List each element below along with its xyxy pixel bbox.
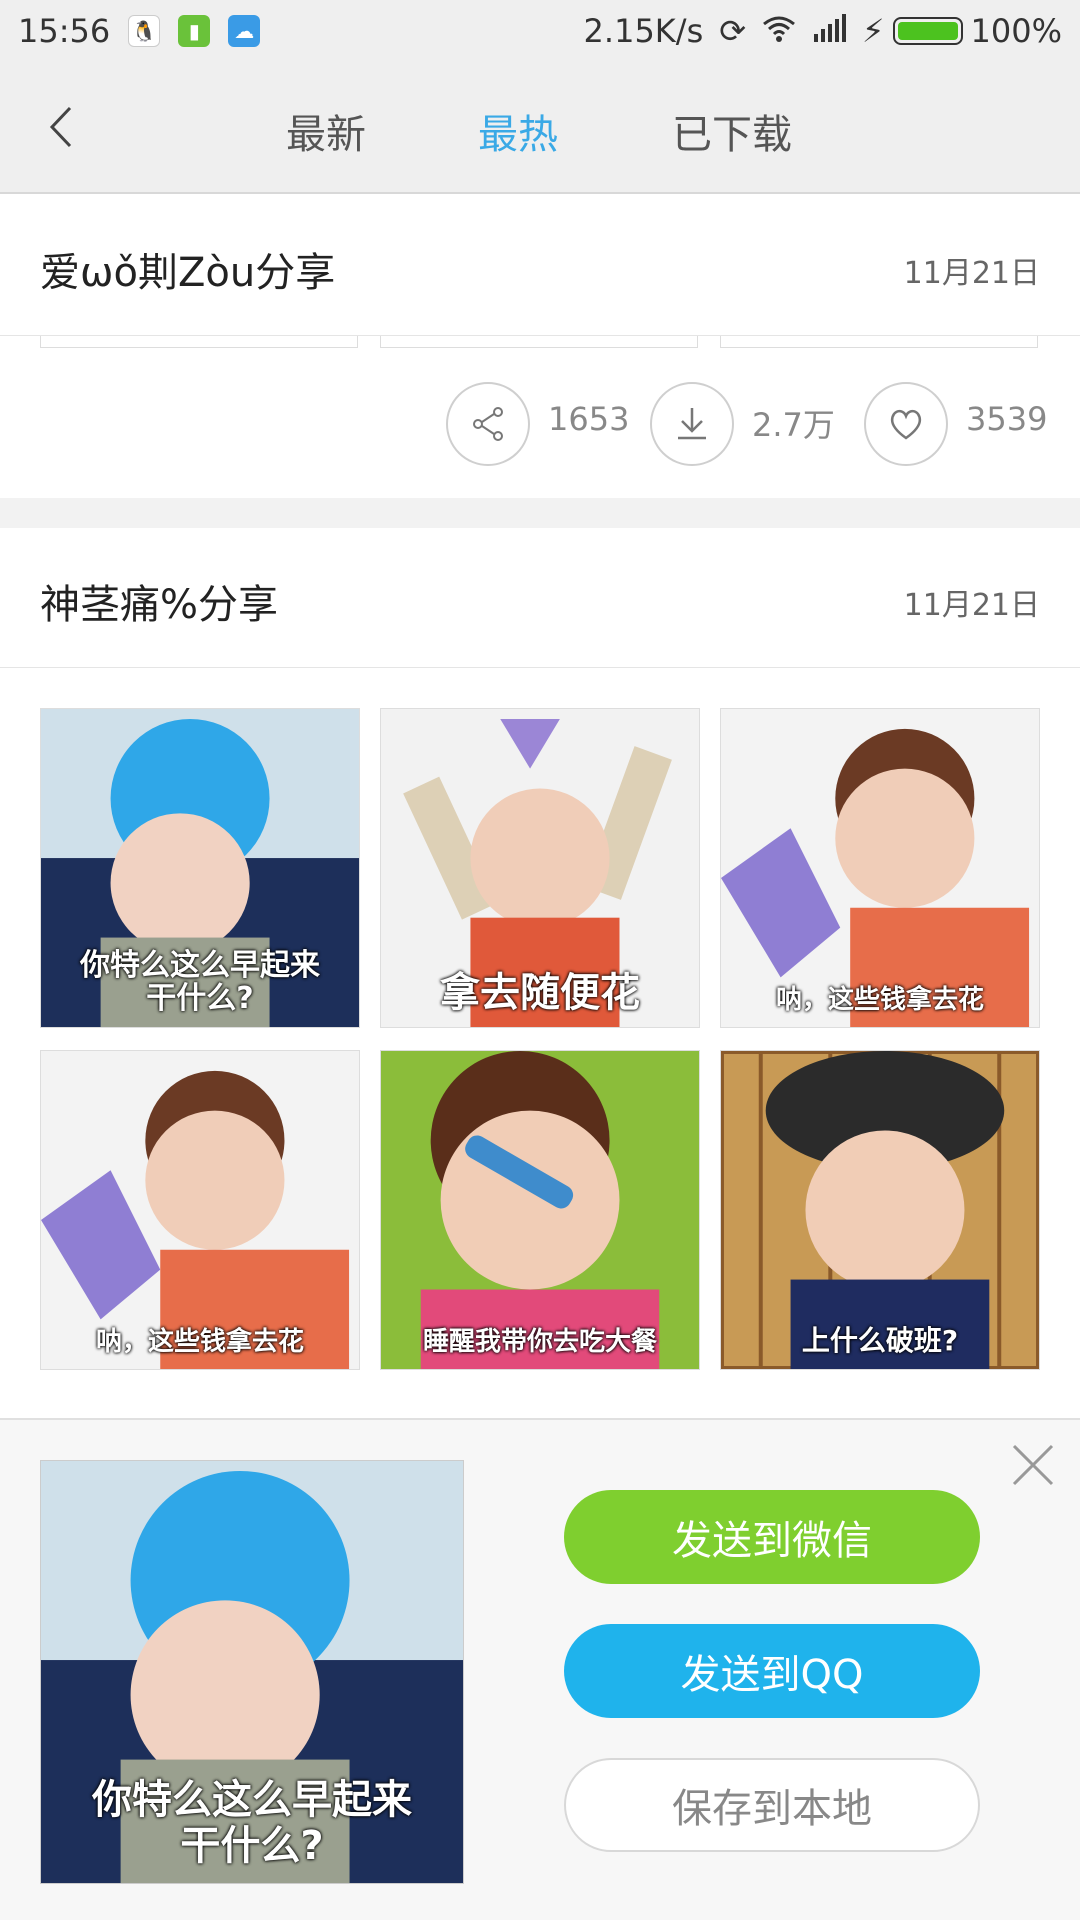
share-icon — [473, 407, 503, 441]
post-feed[interactable]: 爱ωǒ剘Zòu分享 11月21日 1653 2.7万 3539 神茎痛%分享 1… — [0, 196, 1080, 1416]
status-bar: 15:56 🐧 ▮ ☁ 2.15K/s ⟳ ⚡ 100% — [0, 0, 1080, 62]
meme-image[interactable]: 睡醒我带你去吃大餐 — [380, 1050, 700, 1370]
download-icon — [678, 408, 706, 440]
sync-icon: ⟳ — [719, 12, 747, 50]
share-panel: 你特么这么早起来 干什么? 发送到微信 发送到QQ 保存到本地 — [0, 1418, 1080, 1920]
post-stats: 1653 2.7万 3539 — [0, 348, 1080, 498]
meme-image[interactable]: 呐，这些钱拿去花 — [40, 1050, 360, 1370]
meme-caption: 睡醒我带你去吃大餐 — [422, 1327, 657, 1358]
battery-indicator: ⚡ 100% — [862, 12, 1062, 50]
save-local-button[interactable]: 保存到本地 — [564, 1758, 980, 1852]
send-to-qq-button[interactable]: 发送到QQ — [564, 1624, 980, 1718]
preview-image: 你特么这么早起来 干什么? — [40, 1460, 464, 1884]
download-count: 2.7万 — [752, 406, 835, 444]
charging-icon: ⚡ — [862, 12, 885, 50]
share-count: 1653 — [548, 400, 630, 438]
post-header: 爱ωǒ剘Zòu分享 11月21日 — [0, 196, 1080, 336]
like-button[interactable] — [864, 382, 948, 466]
meme-image[interactable]: 上什么破班? — [720, 1050, 1040, 1370]
tab-hottest[interactable]: 最热 — [478, 102, 558, 160]
signal-icon — [812, 12, 847, 50]
meme-image[interactable]: 你特么这么早起来 干什么? — [40, 708, 360, 1028]
status-time: 15:56 — [18, 12, 111, 50]
like-count: 3539 — [966, 400, 1048, 438]
chevron-left-icon — [49, 106, 72, 148]
meme-caption: 呐，这些钱拿去花 — [775, 985, 984, 1016]
post-header: 神茎痛%分享 11月21日 — [0, 528, 1080, 668]
heart-icon — [890, 409, 922, 440]
close-button[interactable] — [1008, 1440, 1058, 1490]
wifi-icon — [762, 12, 796, 50]
post-divider — [0, 498, 1080, 528]
preview-caption: 你特么这么早起来 干什么? — [92, 1777, 412, 1869]
back-button[interactable] — [40, 102, 90, 152]
qq-app-icon: 🐧 — [128, 15, 161, 47]
share-button[interactable] — [446, 382, 530, 466]
cloud-app-icon: ☁ — [228, 15, 261, 47]
meme-caption: 呐，这些钱拿去花 — [95, 1327, 304, 1358]
tab-latest[interactable]: 最新 — [286, 102, 366, 160]
post-author: 爱ωǒ剘Zòu分享 — [40, 250, 336, 296]
download-button[interactable] — [650, 382, 734, 466]
battery-app-icon: ▮ — [178, 15, 211, 47]
send-to-wechat-button[interactable]: 发送到微信 — [564, 1490, 980, 1584]
close-icon — [1012, 1444, 1054, 1486]
battery-icon — [892, 17, 963, 45]
meme-caption: 上什么破班? — [801, 1324, 959, 1358]
top-nav: 最新 最热 已下载 — [0, 62, 1080, 194]
image-grid: 你特么这么早起来 干什么? 拿去随便花 呐，这些钱拿去花 呐，这些钱拿去花 睡醒… — [0, 668, 1080, 1370]
network-speed: 2.15K/s — [583, 12, 704, 50]
meme-caption: 你特么这么早起来 干什么? — [80, 948, 320, 1016]
meme-caption: 拿去随便花 — [440, 970, 640, 1016]
post-author: 神茎痛%分享 — [40, 582, 279, 628]
battery-percent: 100% — [970, 12, 1062, 50]
meme-image[interactable]: 拿去随便花 — [380, 708, 700, 1028]
meme-image[interactable]: 呐，这些钱拿去花 — [720, 708, 1040, 1028]
tab-downloaded[interactable]: 已下载 — [672, 102, 792, 160]
post-date: 11月21日 — [903, 256, 1040, 291]
post-date: 11月21日 — [903, 588, 1040, 623]
